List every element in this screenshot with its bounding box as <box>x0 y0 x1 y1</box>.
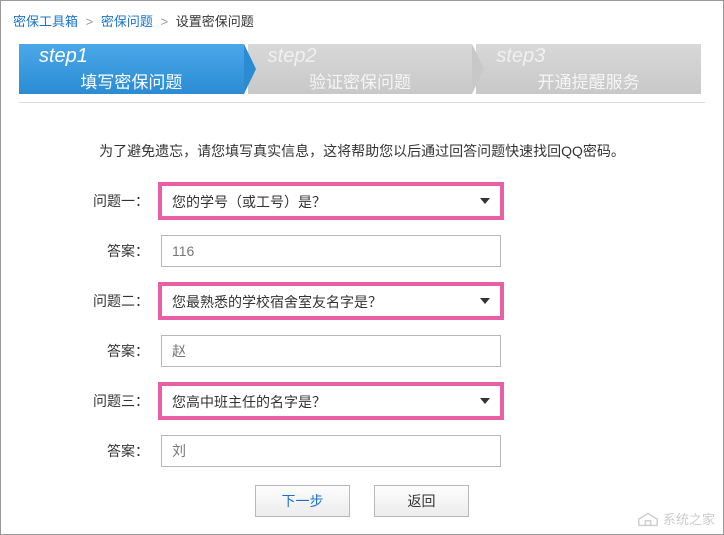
answer-3-input[interactable] <box>161 435 501 467</box>
watermark-text: 系统之家 <box>663 509 715 528</box>
chevron-down-icon <box>480 198 490 204</box>
question-2-value: 您最熟悉的学校宿舍室友名字是？ <box>162 286 500 318</box>
breadcrumb: 密保工具箱 > 密保问题 > 设置密保问题 <box>1 1 723 40</box>
house-icon <box>637 511 659 527</box>
step-indicator: step1 填写密保问题 step2 验证密保问题 step3 开通提醒服务 <box>1 44 723 94</box>
step-1-num: step1 <box>39 46 244 66</box>
step-2-label: 验证密保问题 <box>268 68 473 93</box>
watermark: 系统之家 <box>637 509 715 528</box>
answer-1-input[interactable] <box>161 235 501 267</box>
back-button[interactable]: 返回 <box>374 485 469 517</box>
question-2-select[interactable]: 您最熟悉的学校宿舍室友名字是？ <box>161 285 501 317</box>
step-3-label: 开通提醒服务 <box>496 68 701 93</box>
step-2-num: step2 <box>268 46 473 66</box>
step-1: step1 填写密保问题 <box>19 44 244 94</box>
hint-text: 为了避免遗忘，请您填写真实信息，这将帮助您以后通过回答问题快速找回QQ密码。 <box>1 141 723 161</box>
breadcrumb-sep: > <box>161 14 169 29</box>
next-button[interactable]: 下一步 <box>255 485 350 517</box>
question-3-value: 您高中班主任的名字是？ <box>162 386 500 418</box>
chevron-down-icon <box>480 298 490 304</box>
breadcrumb-current: 设置密保问题 <box>176 14 254 29</box>
question-1-select[interactable]: 您的学号（或工号）是？ <box>161 185 501 217</box>
answer-3-label: 答案： <box>51 441 161 461</box>
answer-1-label: 答案： <box>51 241 161 261</box>
question-3-select[interactable]: 您高中班主任的名字是？ <box>161 385 501 417</box>
answer-2-label: 答案： <box>51 341 161 361</box>
step-3: step3 开通提醒服务 <box>476 44 701 94</box>
divider <box>19 102 705 103</box>
chevron-down-icon <box>480 398 490 404</box>
breadcrumb-link-toolbox[interactable]: 密保工具箱 <box>13 14 78 29</box>
step-1-label: 填写密保问题 <box>39 68 244 93</box>
step-2: step2 验证密保问题 <box>248 44 473 94</box>
breadcrumb-sep: > <box>86 14 94 29</box>
breadcrumb-link-questions[interactable]: 密保问题 <box>101 14 153 29</box>
question-1-value: 您的学号（或工号）是？ <box>162 186 500 218</box>
security-question-form: 问题一： 您的学号（或工号）是？ 答案： 问题二： 您最熟悉的学校宿舍室友名字是… <box>1 185 723 517</box>
answer-2-input[interactable] <box>161 335 501 367</box>
question-2-label: 问题二： <box>51 291 161 311</box>
question-1-label: 问题一： <box>51 191 161 211</box>
step-3-num: step3 <box>496 46 701 66</box>
question-3-label: 问题三： <box>51 391 161 411</box>
